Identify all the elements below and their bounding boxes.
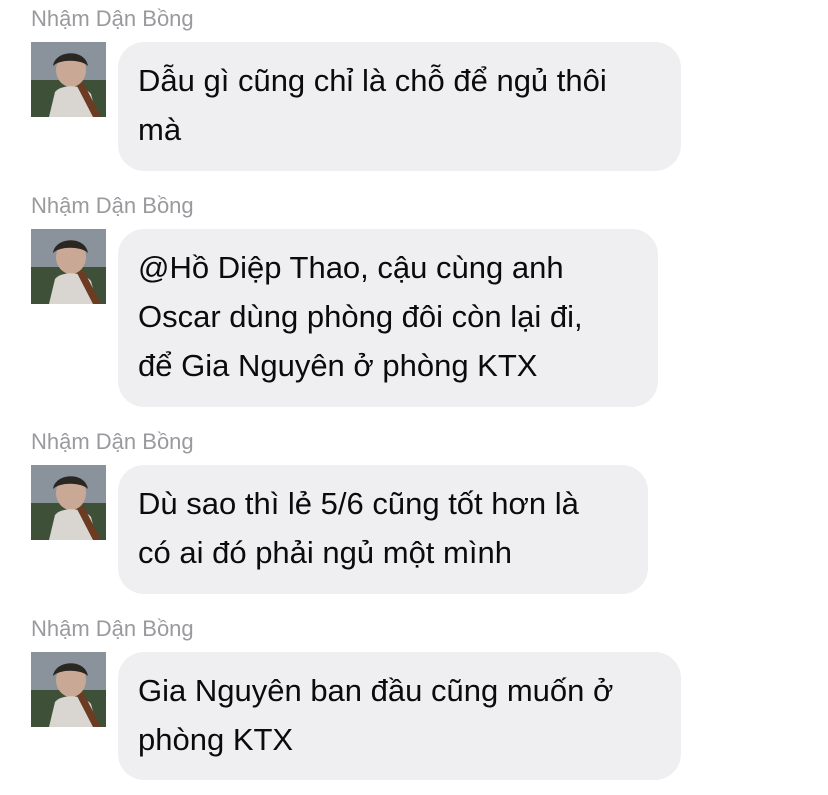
avatar[interactable] <box>31 465 106 540</box>
message-bubble[interactable]: Dẫu gì cũng chỉ là chỗ để ngủ thôi mà <box>118 42 681 171</box>
message-bubble[interactable]: Gia Nguyên ban đầu cũng muốn ở phòng KTX <box>118 652 681 780</box>
sender-name[interactable]: Nhậm Dận Bồng <box>31 429 194 455</box>
user-avatar-photo-icon <box>31 229 106 304</box>
user-avatar-photo-icon <box>31 652 106 727</box>
avatar[interactable] <box>31 229 106 304</box>
message-bubble[interactable]: @Hồ Diệp Thao, cậu cùng anh Oscar dùng p… <box>118 229 658 407</box>
avatar[interactable] <box>31 652 106 727</box>
avatar[interactable] <box>31 42 106 117</box>
sender-name[interactable]: Nhậm Dận Bồng <box>31 616 194 642</box>
sender-name[interactable]: Nhậm Dận Bồng <box>31 193 194 219</box>
message-bubble[interactable]: Dù sao thì lẻ 5/6 cũng tốt hơn là có ai … <box>118 465 648 594</box>
user-avatar-photo-icon <box>31 465 106 540</box>
user-avatar-photo-icon <box>31 42 106 117</box>
sender-name[interactable]: Nhậm Dận Bồng <box>31 6 194 32</box>
